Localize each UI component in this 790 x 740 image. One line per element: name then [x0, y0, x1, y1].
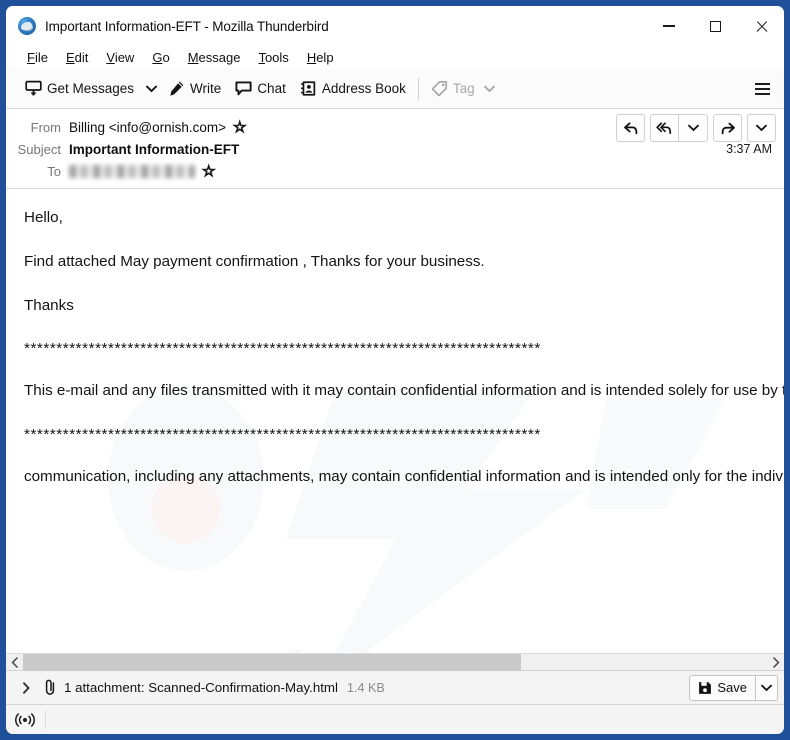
reply-all-arrow-icon	[656, 121, 672, 134]
get-messages-dropdown[interactable]	[141, 74, 161, 104]
from-label: From	[30, 119, 61, 135]
address-book-icon	[300, 80, 317, 97]
horizontal-scrollbar[interactable]	[6, 653, 784, 671]
to-value-redacted[interactable]	[69, 164, 195, 178]
subject-label: Subject	[17, 141, 61, 157]
save-button-group: Save	[689, 674, 778, 701]
maximize-icon	[709, 20, 721, 32]
menu-bar: File Edit View Go Message Tools Help	[6, 46, 784, 69]
email-content: Hello, Find attached May payment confirm…	[6, 189, 784, 489]
to-label: To	[47, 163, 61, 179]
tag-icon	[431, 80, 448, 97]
get-messages-icon	[25, 80, 42, 97]
hamburger-menu-icon	[754, 82, 770, 85]
svg-text:.com: .com	[496, 636, 687, 653]
body-greeting: Hello,	[24, 209, 63, 226]
body-divider-2: ****************************************…	[24, 426, 541, 444]
os-window-frame: Important Information-EFT - Mozilla Thun…	[0, 0, 790, 740]
message-time: 3:37 AM	[726, 142, 772, 156]
save-label: Save	[717, 680, 747, 695]
menu-tools[interactable]: Tools	[249, 48, 297, 67]
get-messages-button[interactable]: Get Messages	[18, 74, 141, 104]
reply-all-button[interactable]	[650, 114, 679, 142]
status-bar	[6, 705, 784, 734]
body-line-1: Find attached May payment confirmation ,…	[24, 252, 485, 270]
chat-label: Chat	[257, 81, 286, 96]
status-separator	[45, 710, 46, 729]
attachment-size: 1.4 KB	[346, 680, 385, 695]
menu-edit[interactable]: Edit	[57, 48, 97, 67]
address-book-button[interactable]: Address Book	[293, 74, 413, 104]
pencil-icon	[168, 80, 185, 97]
chevron-right-icon	[23, 681, 30, 694]
forward-arrow-icon	[721, 122, 735, 134]
svg-text:pcrisk: pcrisk	[156, 636, 398, 653]
reply-arrow-icon	[623, 121, 637, 134]
chevron-down-icon	[687, 124, 699, 132]
subject-value: Important Information-EFT	[69, 141, 240, 157]
write-label: Write	[190, 81, 222, 96]
save-button[interactable]: Save	[689, 674, 756, 701]
broadcast-online-icon[interactable]	[15, 712, 35, 728]
chevron-down-icon	[145, 85, 157, 92]
reply-button[interactable]	[616, 114, 645, 142]
tag-label: Tag	[452, 81, 475, 96]
floppy-save-icon	[698, 681, 712, 695]
window-controls	[646, 6, 784, 46]
menu-view[interactable]: View	[97, 48, 143, 67]
tag-button[interactable]: Tag	[424, 74, 502, 104]
attachment-label: 1 attachment: Scanned-Confirmation-May.h…	[64, 680, 338, 695]
reply-all-group	[650, 114, 708, 142]
close-icon	[755, 20, 768, 33]
chevron-right-icon	[772, 656, 780, 668]
minimize-button[interactable]	[646, 6, 692, 46]
from-value[interactable]: Billing <info@ornish.com>	[69, 120, 226, 135]
maximize-button[interactable]	[692, 6, 738, 46]
chevron-left-icon	[10, 656, 18, 668]
minimize-icon	[663, 25, 675, 27]
more-actions-button[interactable]	[747, 114, 776, 142]
to-row: To ☆	[6, 160, 784, 182]
from-star-icon[interactable]: ☆	[232, 119, 247, 135]
message-header: From Billing <info@ornish.com> ☆ Subject…	[6, 109, 784, 189]
thunderbird-window: Important Information-EFT - Mozilla Thun…	[6, 6, 784, 734]
chevron-down-icon	[756, 124, 767, 132]
scrollbar-thumb[interactable]	[23, 653, 522, 671]
body-disclaimer-1: This e-mail and any files transmitted wi…	[24, 382, 784, 400]
attachment-bar: 1 attachment: Scanned-Confirmation-May.h…	[6, 670, 784, 705]
write-button[interactable]: Write	[161, 74, 228, 104]
reply-more-button[interactable]	[679, 114, 708, 142]
save-dropdown-button[interactable]	[756, 674, 778, 701]
to-star-icon[interactable]: ☆	[201, 163, 216, 179]
body-signoff: Thanks	[24, 296, 74, 314]
menu-message[interactable]: Message	[179, 48, 250, 67]
menu-go[interactable]: Go	[143, 48, 178, 67]
forward-button[interactable]	[713, 114, 742, 142]
main-toolbar: Get Messages Write Chat Address Book Tag	[6, 69, 784, 109]
menu-file[interactable]: File	[18, 48, 57, 67]
message-action-buttons	[616, 114, 776, 142]
chat-bubble-icon	[235, 80, 252, 97]
get-messages-label: Get Messages	[47, 81, 135, 96]
chat-button[interactable]: Chat	[228, 74, 293, 104]
address-book-label: Address Book	[321, 81, 406, 96]
body-divider-1: ****************************************…	[24, 340, 541, 358]
chevron-down-icon	[483, 85, 495, 92]
thunderbird-logo-icon	[18, 17, 36, 35]
attachment-expand-button[interactable]	[16, 676, 36, 700]
paperclip-icon	[43, 679, 58, 696]
scroll-left-button[interactable]	[6, 654, 23, 671]
scrollbar-track[interactable]	[23, 653, 767, 671]
window-title: Important Information-EFT - Mozilla Thun…	[45, 18, 329, 34]
body-disclaimer-2: communication, including any attachments…	[24, 468, 784, 486]
scroll-right-button[interactable]	[767, 654, 784, 671]
toolbar-separator	[417, 77, 419, 100]
app-menu-button[interactable]	[748, 75, 776, 103]
close-button[interactable]	[738, 6, 784, 46]
message-body-pane[interactable]: pcrisk .com Hello, Find attached May pay…	[6, 189, 784, 653]
chevron-down-icon	[761, 684, 772, 691]
menu-help[interactable]: Help	[298, 48, 343, 67]
title-bar: Important Information-EFT - Mozilla Thun…	[6, 6, 784, 46]
